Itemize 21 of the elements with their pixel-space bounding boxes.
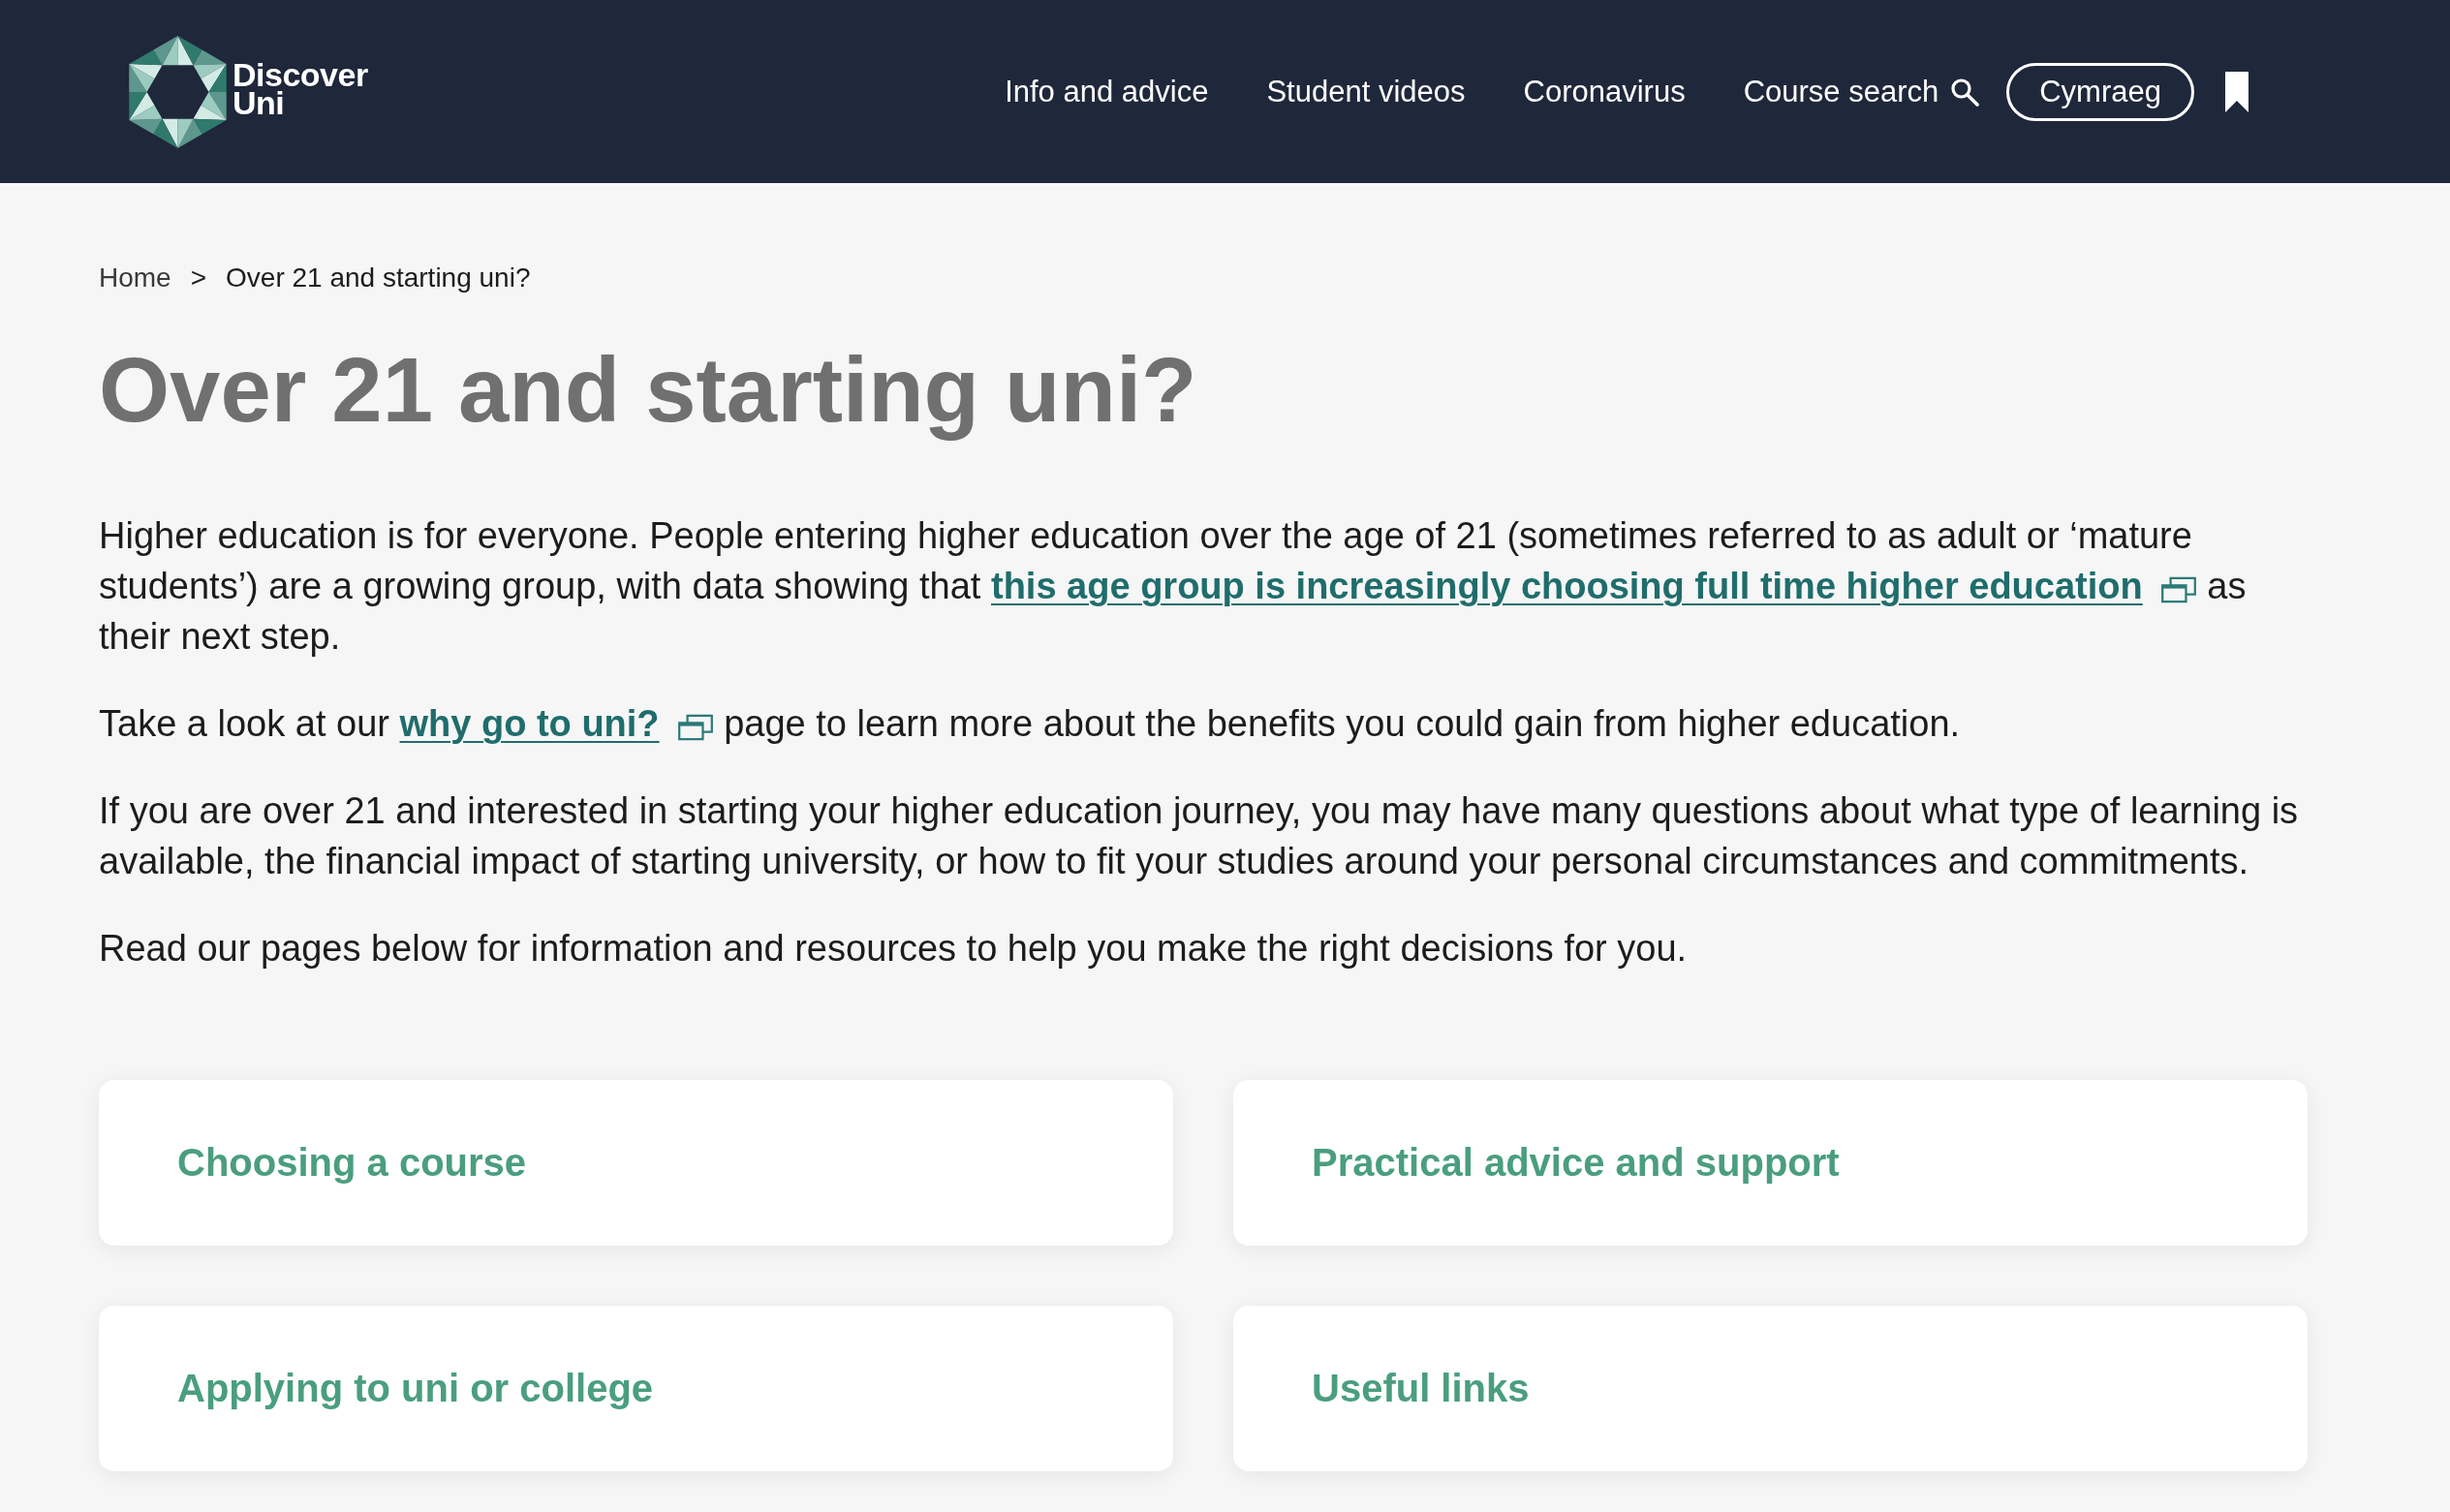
external-link-icon [2159,576,2197,603]
course-search-link[interactable]: Course search [1743,74,1980,109]
page-title: Over 21 and starting uni? [99,338,1198,443]
search-icon [1950,77,1980,107]
language-button[interactable]: Cymraeg [2006,62,2194,121]
nav-link[interactable]: Student videos [1266,74,1466,109]
body-paragraph: If you are over 21 and interested in starting your higher education journey, you may have many questions about what type of learning is available, the financial impact of starting university, or how to fit your studies around your personal circumstances and commitments. [99,789,2300,883]
site-logo[interactable]: Discover Uni [129,35,368,148]
external-link-icon [676,714,714,741]
bookmark-icon[interactable] [2225,71,2248,112]
external-link[interactable]: this age group is increasingly choosing full time higher education [991,566,2197,606]
body-paragraph: Read our pages below for information and resources to help you make the right decisions for you. [99,927,1689,971]
nav-link[interactable]: Info and advice [1005,74,1209,109]
breadcrumb-separator: > [190,262,207,294]
body-paragraph: Higher education is for everyone. People entering higher education over the age of 21 (sometimes referred to as adult or ‘mature students’) are a growing group, with data showing that this age group is increasingly choosing full time higher education as their next step. [99,514,2248,659]
hexagon-logo-icon [129,35,227,148]
body-paragraph: Take a look at our why go to uni? page to learn more about the benefits you could gain from higher education. [99,702,1962,746]
external-link[interactable]: why go to uni? [399,703,714,744]
breadcrumb-current-page: Over 21 and starting uni? [226,262,531,294]
breadcrumb-link[interactable]: Home [99,261,171,295]
nav-link[interactable]: Coronavirus [1523,74,1686,109]
